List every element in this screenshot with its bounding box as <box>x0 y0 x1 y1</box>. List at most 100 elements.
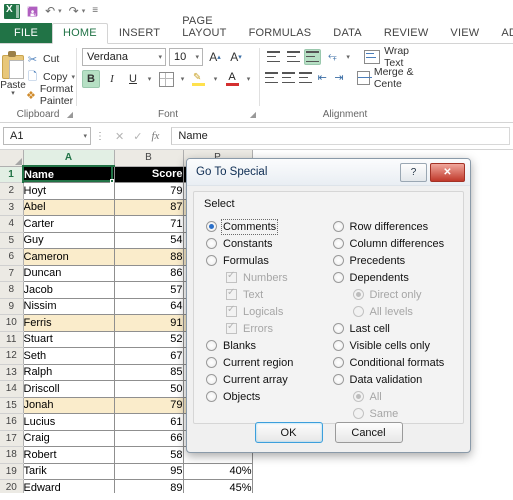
undo-dropdown-icon[interactable]: ▾ <box>58 7 62 15</box>
cell[interactable]: Abel <box>23 199 115 216</box>
radio-icon[interactable] <box>332 221 344 232</box>
cell[interactable]: 79 <box>114 397 184 414</box>
increase-indent-button[interactable]: ⇥ <box>332 70 346 86</box>
radio-icon[interactable] <box>206 340 217 351</box>
option-current-array[interactable]: Current array <box>204 371 331 388</box>
font-size-combo[interactable]: 10 ▾ <box>169 48 203 66</box>
cell[interactable]: Driscoll <box>23 380 115 398</box>
insert-function-icon[interactable]: fx <box>151 130 159 142</box>
cell[interactable]: 87 <box>114 199 184 216</box>
bold-button[interactable]: B <box>82 70 100 88</box>
row-header[interactable]: 13 <box>0 364 24 381</box>
fill-handle[interactable] <box>110 179 114 183</box>
cell[interactable]: 71 <box>114 215 184 233</box>
radio-icon[interactable] <box>206 357 217 368</box>
cell[interactable]: Robert <box>23 446 115 464</box>
radio-icon[interactable] <box>332 272 344 283</box>
cell[interactable]: Jonah <box>23 397 115 414</box>
close-button[interactable]: ✕ <box>430 162 465 182</box>
paste-button[interactable]: Paste ▾ <box>0 48 26 97</box>
cell[interactable]: Score <box>114 166 184 183</box>
option-comments[interactable]: Comments <box>204 218 331 235</box>
cell[interactable]: 66 <box>114 430 184 447</box>
cell[interactable]: 40% <box>183 463 253 480</box>
option-constants[interactable]: Constants <box>204 235 331 252</box>
radio-icon[interactable] <box>332 255 344 266</box>
paste-dropdown-icon[interactable]: ▾ <box>11 90 15 97</box>
tab-insert[interactable]: INSERT <box>108 24 171 43</box>
column-header-a[interactable]: A <box>23 150 115 167</box>
underline-dropdown-icon[interactable]: ▾ <box>145 70 154 88</box>
row-header[interactable]: 9 <box>0 298 24 315</box>
cancel-entry-icon[interactable]: ✕ <box>115 130 124 143</box>
option-dependents[interactable]: Dependents <box>331 269 458 286</box>
tab-page-layout[interactable]: PAGE LAYOUT <box>171 12 237 43</box>
fill-color-button[interactable]: ✎ <box>190 70 208 88</box>
radio-icon[interactable] <box>332 374 344 385</box>
cell[interactable]: 79 <box>114 182 184 200</box>
tab-add-ins[interactable]: AD <box>490 24 513 43</box>
row-header[interactable]: 2 <box>0 182 24 200</box>
cut-button[interactable]: ✂ Cut <box>26 51 76 67</box>
cell[interactable]: 88 <box>114 248 184 266</box>
tab-home[interactable]: HOME <box>52 23 108 44</box>
font-dialog-launcher-icon[interactable]: ◢ <box>250 108 256 121</box>
cell[interactable]: 64 <box>114 298 184 315</box>
option-formulas[interactable]: Formulas <box>204 252 331 269</box>
option-last-cell[interactable]: Last cell <box>331 320 458 337</box>
cell[interactable]: 57 <box>114 281 184 299</box>
align-middle-button[interactable] <box>285 49 302 65</box>
cell[interactable]: 58 <box>114 446 184 464</box>
orientation-button[interactable]: ⥆ <box>324 49 341 65</box>
row-header[interactable]: 18 <box>0 446 24 464</box>
cell[interactable]: 95 <box>114 463 184 480</box>
copy-dropdown-icon[interactable]: ▾ <box>72 73 76 81</box>
radio-icon[interactable] <box>206 221 217 232</box>
row-header[interactable]: 4 <box>0 215 24 233</box>
format-painter-button[interactable]: ❖ Format Painter <box>26 83 76 107</box>
merge-center-button[interactable]: Merge & Cente <box>356 66 430 90</box>
fill-color-dropdown-icon[interactable]: ▾ <box>211 70 220 88</box>
radio-icon[interactable] <box>206 238 217 249</box>
option-blanks[interactable]: Blanks <box>204 337 331 354</box>
tab-file[interactable]: FILE <box>0 23 53 43</box>
cell[interactable]: Hoyt <box>23 182 115 200</box>
confirm-entry-icon[interactable]: ✓ <box>133 130 142 143</box>
decrease-indent-button[interactable]: ⇤ <box>315 70 329 86</box>
cell[interactable]: 89 <box>114 479 184 493</box>
borders-dropdown-icon[interactable]: ▾ <box>178 70 187 88</box>
option-conditional-formats[interactable]: Conditional formats <box>331 354 458 371</box>
formula-bar-grip[interactable]: ⋮ <box>95 131 105 142</box>
formula-input[interactable]: Name <box>171 127 510 145</box>
cell[interactable]: Jacob <box>23 281 115 299</box>
cell[interactable]: 91 <box>114 314 184 332</box>
dialog-title-bar[interactable]: Go To Special ? ✕ <box>187 159 470 186</box>
cell[interactable]: 52 <box>114 331 184 348</box>
row-header[interactable]: 8 <box>0 281 24 299</box>
row-header[interactable]: 3 <box>0 199 24 216</box>
align-right-button[interactable] <box>298 70 313 86</box>
grow-font-button[interactable]: A ▴ <box>206 48 224 66</box>
option-column-differences[interactable]: Column differences <box>331 235 458 252</box>
cell[interactable]: Guy <box>23 232 115 249</box>
tab-review[interactable]: REVIEW <box>373 24 440 43</box>
name-box[interactable]: A1 ▾ <box>3 127 91 145</box>
cell[interactable]: 50 <box>114 380 184 398</box>
row-header[interactable]: 5 <box>0 232 24 249</box>
row-header[interactable]: 16 <box>0 413 24 431</box>
redo-dropdown-icon[interactable]: ▾ <box>82 7 86 15</box>
cell[interactable]: Carter <box>23 215 115 233</box>
tab-view[interactable]: VIEW <box>439 24 490 43</box>
column-header-b[interactable]: B <box>114 150 184 167</box>
row-header[interactable]: 11 <box>0 331 24 348</box>
row-header[interactable]: 17 <box>0 430 24 447</box>
save-icon[interactable]: 🖪 <box>27 5 38 18</box>
cell[interactable]: Craig <box>23 430 115 447</box>
orientation-dropdown-icon[interactable]: ▾ <box>344 49 353 65</box>
cell[interactable]: 61 <box>114 413 184 431</box>
option-precedents[interactable]: Precedents <box>331 252 458 269</box>
row-header[interactable]: 1 <box>0 166 24 183</box>
ok-button[interactable]: OK <box>254 422 323 443</box>
option-objects[interactable]: Objects <box>204 388 331 405</box>
undo-icon[interactable]: ↶ <box>45 5 55 17</box>
